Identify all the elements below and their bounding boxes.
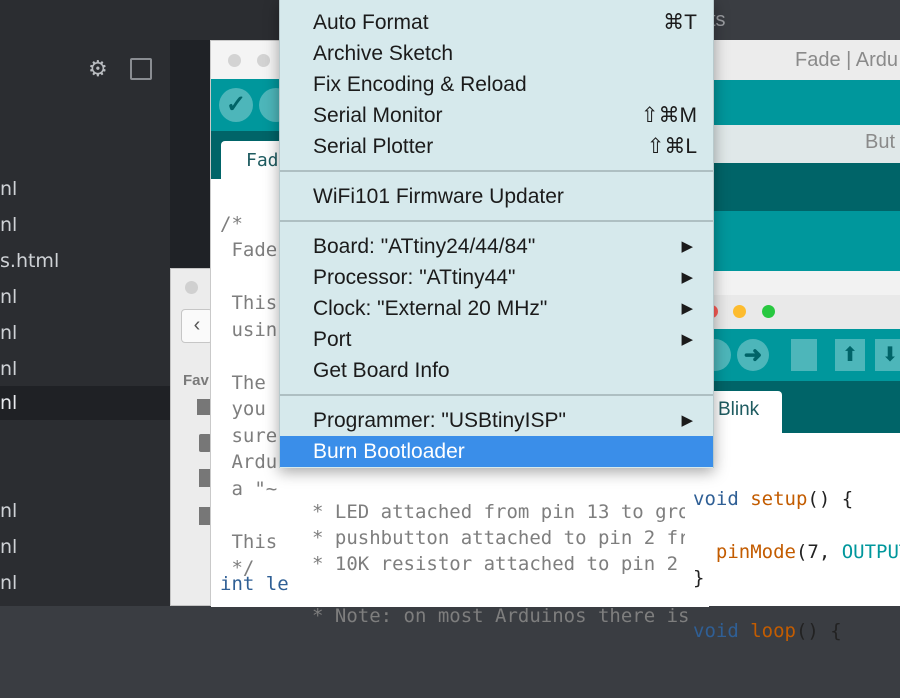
submenu-arrow-icon: ▶ xyxy=(681,269,693,286)
menu-item-clock[interactable]: Clock: "External 20 MHz" ▶ xyxy=(280,293,713,324)
submenu-arrow-icon: ▶ xyxy=(681,238,693,255)
menu-item-port[interactable]: Port ▶ xyxy=(280,324,713,355)
menu-item-serial-plotter[interactable]: Serial Plotter ⇧⌘L xyxy=(280,131,713,162)
menu-item-archive-sketch[interactable]: Archive Sketch xyxy=(280,38,713,69)
menu-item-auto-format[interactable]: Auto Format ⌘T xyxy=(280,7,713,38)
tab-label[interactable]: But xyxy=(865,131,895,154)
title-bar: ts xyxy=(700,0,900,40)
upload-icon[interactable]: ➜ xyxy=(737,339,769,371)
tools-menu: Auto Format ⌘T Archive Sketch Fix Encodin… xyxy=(279,0,714,468)
window-title: Fade | Ardu xyxy=(795,49,899,71)
close-button[interactable] xyxy=(228,54,241,67)
submenu-arrow-icon: ▶ xyxy=(681,300,693,317)
submenu-arrow-icon: ▶ xyxy=(681,412,693,429)
menu-item-serial-monitor[interactable]: Serial Monitor ⇧⌘M xyxy=(280,100,713,131)
menu-item-get-board-info[interactable]: Get Board Info xyxy=(280,355,713,386)
menu-item-burn-bootloader[interactable]: Burn Bootloader xyxy=(280,436,713,467)
menu-item-board[interactable]: Board: "ATtiny24/44/84" ▶ xyxy=(280,231,713,262)
menu-separator xyxy=(280,220,713,222)
open-icon[interactable]: ⬆ xyxy=(835,339,865,371)
close-button[interactable] xyxy=(185,281,198,294)
code-text: /* Fade This usin The you sure Ardu a "~… xyxy=(220,212,278,580)
arduino-window-blink: ➜ ⬆ ⬇ Blink void setup() { pinMode(7, OU… xyxy=(685,295,900,642)
gear-icon[interactable]: ⚙ xyxy=(88,58,110,80)
code-text: * LED attached from pin 13 to gro * pushb… xyxy=(312,501,690,627)
menu-item-processor[interactable]: Processor: "ATtiny44" ▶ xyxy=(280,262,713,293)
submenu-arrow-icon: ▶ xyxy=(681,331,693,348)
code-line: int le xyxy=(220,573,289,595)
menu-separator xyxy=(280,170,713,172)
zoom-button[interactable] xyxy=(762,305,775,318)
menu-item-fix-encoding[interactable]: Fix Encoding & Reload xyxy=(280,69,713,100)
verify-icon[interactable]: ✓ xyxy=(219,88,253,122)
code-text: void setup() { pinMode(7, OUTPUT} void l… xyxy=(693,487,900,643)
menu-item-wifi101-updater[interactable]: WiFi101 Firmware Updater xyxy=(280,181,713,212)
code-editor-button[interactable]: * LED attached from pin 13 to gro * pushb… xyxy=(290,468,690,627)
expand-icon[interactable] xyxy=(130,58,152,80)
menu-separator xyxy=(280,394,713,396)
minimize-button[interactable] xyxy=(257,54,270,67)
menu-item-programmer[interactable]: Programmer: "USBtinyISP" ▶ xyxy=(280,405,713,436)
minimize-button[interactable] xyxy=(733,305,746,318)
toolbar: ➜ ⬆ ⬇ xyxy=(685,329,900,381)
save-icon[interactable]: ⬇ xyxy=(875,339,900,371)
new-sketch-icon[interactable] xyxy=(791,339,817,371)
back-button[interactable]: ‹ xyxy=(181,309,213,343)
sidebar-label: Fav xyxy=(183,372,209,389)
